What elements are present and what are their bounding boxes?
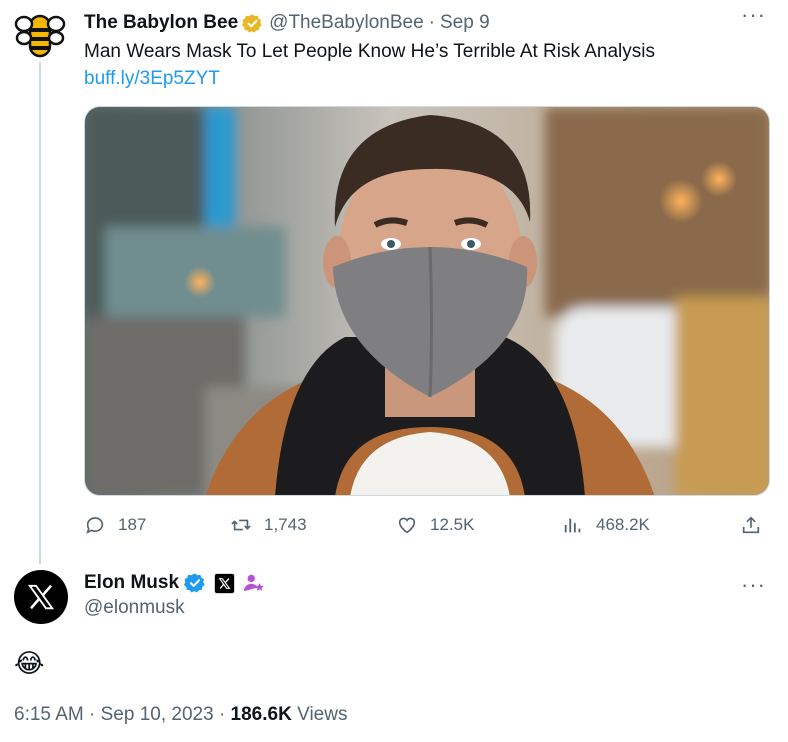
main-more-icon[interactable]: ···	[741, 574, 766, 596]
quoted-tweet-text: Man Wears Mask To Let People Know He’s T…	[84, 41, 655, 62]
main-tweet-header: Elon Musk	[84, 570, 265, 596]
tweet-views-count: 186.6K	[230, 704, 292, 725]
reply-button[interactable]: 187	[84, 509, 146, 541]
blue-check-badge-icon[interactable]	[184, 572, 206, 594]
tweet-meta-footer: 6:15 AM · Sep 10, 2023 · 186.6K Views	[14, 704, 347, 726]
quoted-tweet-header: The Babylon Bee @TheBabylonBee · Sep 9	[84, 10, 490, 36]
analytics-icon	[564, 518, 581, 533]
tweet-body-emoji: 😂	[14, 648, 45, 678]
author-handle[interactable]: @elonmusk	[84, 597, 185, 619]
reply-count: 187	[118, 515, 147, 534]
like-button[interactable]: 12.5K	[396, 509, 474, 541]
footer-separator: ·	[89, 704, 96, 725]
quoted-handle[interactable]: @TheBabylonBee	[269, 12, 424, 34]
views-count: 468.2K	[596, 515, 650, 534]
meta-separator: ·	[428, 12, 435, 33]
quoted-display-name[interactable]: The Babylon Bee	[84, 12, 238, 34]
person-star-icon[interactable]	[243, 572, 265, 594]
elon-musk-avatar[interactable]	[14, 570, 68, 624]
x-affiliate-badge-icon[interactable]	[214, 572, 236, 594]
reply-icon	[86, 517, 104, 534]
quoted-tweet-actions: 187 1,743 12.5K 468.2K	[84, 509, 774, 541]
share-icon	[742, 516, 760, 534]
tweet-time[interactable]: 6:15 AM	[14, 704, 84, 725]
quoted-date[interactable]: Sep 9	[440, 12, 490, 34]
share-button[interactable]	[740, 509, 774, 541]
tweet-views-label: Views	[297, 704, 348, 725]
bee-logo-icon	[14, 14, 66, 58]
views-button[interactable]: 468.2K	[562, 509, 650, 541]
tweet-date[interactable]: Sep 10, 2023	[101, 704, 214, 725]
masked-man-photo	[85, 107, 769, 495]
babylon-bee-avatar[interactable]	[14, 10, 66, 60]
repost-button[interactable]: 1,743	[230, 509, 307, 541]
heart-icon	[398, 517, 416, 534]
tweet-photo[interactable]	[84, 106, 770, 496]
author-display-name[interactable]: Elon Musk	[84, 572, 179, 594]
repost-count: 1,743	[264, 515, 307, 534]
quoted-more-icon[interactable]: ···	[741, 4, 766, 26]
quoted-tweet-link[interactable]: buff.ly/3Ep5ZYT	[84, 67, 220, 91]
gold-check-badge-icon[interactable]	[242, 13, 263, 34]
x-logo-icon	[27, 584, 55, 610]
like-count: 12.5K	[430, 515, 475, 534]
repost-icon	[231, 519, 251, 531]
thread-connector-line	[39, 62, 41, 564]
footer-separator: ·	[218, 704, 226, 725]
